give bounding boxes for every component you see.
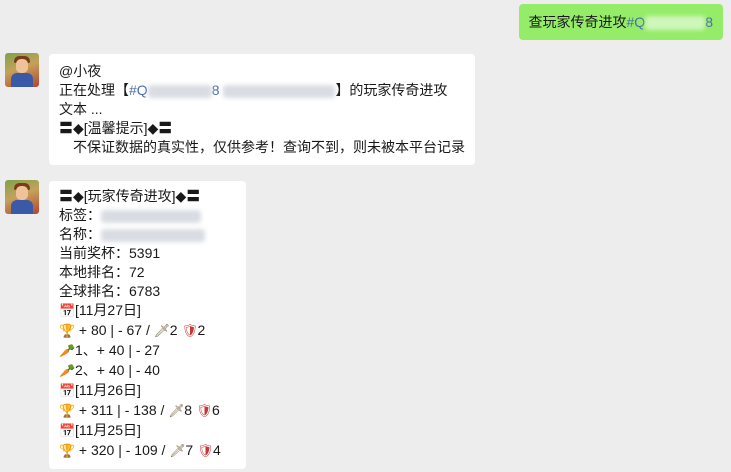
trophy-icon: 🏆 — [59, 444, 76, 459]
name-row: 名称： — [59, 225, 236, 244]
global-rank-row: 全球排名：6783 — [59, 283, 161, 299]
calendar-icon: 📅 — [59, 384, 76, 399]
reply-message-bubble-result[interactable]: 〓◆[玩家传奇进攻]◆〓 标签： 名称： 当前奖杯：5391 本地排名：72 全… — [49, 181, 246, 469]
result-header: 〓◆[玩家传奇进攻]◆〓 — [59, 188, 201, 204]
shield-icon: 🛡 — [197, 444, 214, 459]
reply-message-bubble-processing[interactable]: @小夜 正在处理【#Q 8 】的玩家传奇进攻 文本 ... 〓◆[温馨提示]◆〓 … — [49, 54, 475, 165]
day-date-row: 📅[11月25日] — [59, 422, 141, 439]
trophies-row: 当前奖杯：5391 — [59, 245, 161, 261]
carrot-icon: 🥕 — [59, 364, 76, 379]
bot-avatar[interactable] — [5, 53, 39, 87]
day-summary-row: 🏆 + 320 | - 109 / 🗡7 🛡4 — [59, 442, 221, 459]
tip-text: 不保证数据的真实性，仅供参考！查询不到，则未被本平台记录 — [73, 139, 465, 155]
trophy-icon: 🏆 — [59, 404, 76, 419]
sword-icon: 🗡 — [169, 444, 186, 459]
mention-text: @小夜 — [59, 63, 102, 79]
redacted-player-name — [101, 228, 205, 242]
calendar-icon: 📅 — [59, 304, 76, 319]
processing-line-2: 文本 ... — [59, 101, 103, 117]
day-date-row: 📅[11月26日] — [59, 382, 141, 399]
redacted-tag — [147, 84, 212, 98]
attack-detail-row: 🥕1、+ 40 | - 27 — [59, 342, 160, 359]
sword-icon: 🗡 — [153, 324, 171, 339]
carrot-icon: 🥕 — [59, 344, 76, 359]
day-summary-row: 🏆 + 311 | - 138 / 🗡8 🛡6 — [59, 402, 220, 419]
outgoing-message-bubble[interactable]: 查玩家传奇进攻#Q 8 — [518, 4, 723, 40]
redacted-player-name — [223, 84, 336, 98]
day-date-row: 📅[11月27日] — [59, 302, 141, 319]
bot-avatar[interactable] — [5, 180, 39, 214]
calendar-icon: 📅 — [59, 424, 76, 439]
player-tag-link[interactable]: #Q 8 — [627, 14, 713, 31]
trophy-icon: 🏆 — [59, 324, 76, 339]
shield-icon: 🛡 — [181, 324, 198, 339]
sword-icon: 🗡 — [168, 404, 185, 419]
shield-icon: 🛡 — [195, 404, 213, 419]
redacted-tag — [101, 209, 201, 223]
chat-window: 查玩家传奇进攻#Q 8 @小夜 正在处理【#Q 8 】的玩家传奇进攻 文本 ... … — [0, 0, 731, 472]
redacted-tag — [645, 16, 706, 31]
local-rank-row: 本地排名：72 — [59, 264, 145, 280]
outgoing-text: 查玩家传奇进攻 — [528, 14, 627, 30]
attack-detail-row: 🥕2、+ 40 | - 40 — [59, 362, 160, 379]
day-summary-row: 🏆 + 80 | - 67 / 🗡2 🛡2 — [59, 322, 206, 339]
tip-header: 〓◆[温馨提示]◆〓 — [59, 120, 173, 136]
player-tag-link[interactable]: #Q 8 — [129, 82, 219, 98]
processing-line: 正在处理【#Q 8 】的玩家传奇进攻 — [59, 82, 448, 98]
tag-row: 标签： — [59, 206, 236, 225]
